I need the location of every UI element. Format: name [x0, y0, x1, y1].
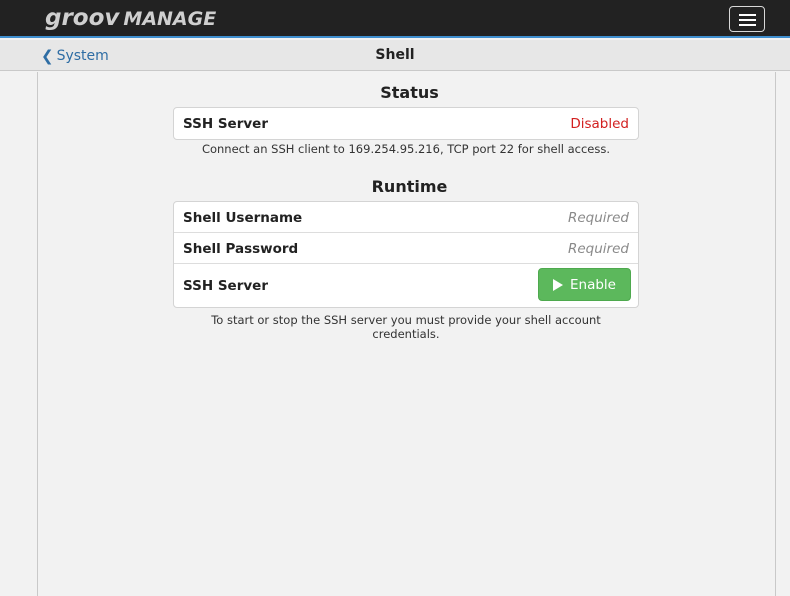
hamburger-menu-icon[interactable]	[729, 6, 765, 32]
page-title: Shell	[375, 47, 415, 63]
enable-button[interactable]: Enable	[538, 268, 631, 301]
status-panel: SSH Server Disabled	[173, 107, 639, 140]
ssh-server-label: SSH Server	[183, 116, 268, 132]
runtime-heading: Runtime	[371, 177, 448, 196]
shell-password-label: Shell Password	[183, 241, 299, 257]
brand-manage: MANAGE	[123, 8, 217, 30]
shell-password-input[interactable]: Required	[568, 241, 629, 257]
status-row-ssh: SSH Server Disabled	[174, 108, 638, 139]
ssh-server-runtime-label: SSH Server	[183, 278, 268, 294]
ssh-status-value: Disabled	[570, 116, 629, 132]
password-row[interactable]: Shell Password Required	[174, 233, 638, 264]
runtime-help-text: To start or stop the SSH server you must…	[211, 313, 601, 341]
app-logo: groov MANAGE	[45, 5, 216, 33]
enable-label: Enable	[570, 276, 616, 293]
play-icon	[553, 278, 563, 291]
status-help-text: Connect an SSH client to 169.254.95.216,…	[201, 142, 611, 156]
top-bar: groov MANAGE	[0, 0, 790, 38]
ssh-server-row: SSH Server Enable	[174, 264, 638, 307]
nav-bar: ❮ System Shell	[0, 40, 790, 71]
shell-username-input[interactable]: Required	[568, 210, 629, 226]
accent-line	[0, 36, 790, 38]
brand-groov: groov	[45, 5, 120, 31]
status-heading: Status	[380, 83, 439, 102]
runtime-panel: Shell Username Required Shell Password R…	[173, 201, 639, 308]
shell-username-label: Shell Username	[183, 210, 303, 226]
username-row[interactable]: Shell Username Required	[174, 202, 638, 233]
